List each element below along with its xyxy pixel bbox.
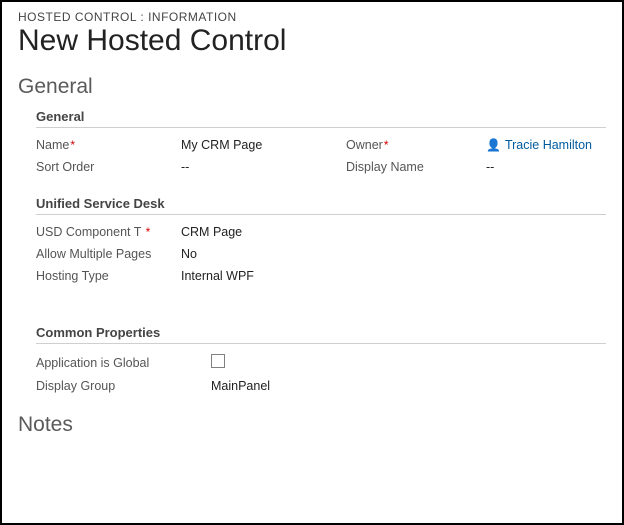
value-allow-multiple-pages[interactable]: No [181,247,346,261]
label-display-group: Display Group [36,379,211,393]
subsection-usd-head: Unified Service Desk [36,196,606,215]
value-display-name[interactable]: -- [486,160,494,174]
field-row-name: Name* My CRM Page Owner* 👤 Tracie Hamilt… [36,134,606,156]
field-row-usd-type: USD Component T * CRM Page [36,221,606,243]
checkbox-application-is-global[interactable] [211,354,225,368]
subsection-general-head: General [36,109,606,128]
required-marker: * [70,138,75,152]
label-hosting-type: Hosting Type [36,269,181,283]
field-row-app-global: Application is Global [36,350,606,375]
section-notes-title: Notes [18,413,606,437]
value-hosting-type[interactable]: Internal WPF [181,269,346,283]
label-owner: Owner* [346,138,486,152]
label-usd-component-type: USD Component T * [36,225,181,239]
label-application-is-global: Application is Global [36,356,211,370]
page-title: New Hosted Control [18,24,606,57]
required-marker: * [384,138,389,152]
hosted-control-form: HOSTED CONTROL : INFORMATION New Hosted … [0,0,624,525]
value-owner[interactable]: 👤 Tracie Hamilton [486,138,592,152]
section-general-title: General [18,75,606,99]
field-row-display-group: Display Group MainPanel [36,375,606,397]
field-row-sortorder: Sort Order -- Display Name -- [36,156,606,178]
field-row-multi-pages: Allow Multiple Pages No [36,243,606,265]
value-usd-component-type[interactable]: CRM Page [181,225,346,239]
section-general: General Name* My CRM Page Owner* 👤 Traci… [18,109,606,397]
subsection-common-head: Common Properties [36,325,606,344]
value-display-group[interactable]: MainPanel [211,379,376,393]
required-marker: * [146,225,151,239]
field-row-hosting-type: Hosting Type Internal WPF [36,265,606,287]
value-name[interactable]: My CRM Page [181,138,346,152]
label-name: Name* [36,138,181,152]
form-eyebrow: HOSTED CONTROL : INFORMATION [18,10,606,24]
user-icon: 👤 [486,138,501,152]
label-display-name: Display Name [346,160,486,174]
label-sort-order: Sort Order [36,160,181,174]
value-application-is-global[interactable] [211,354,376,371]
owner-link[interactable]: Tracie Hamilton [505,138,592,152]
label-allow-multiple-pages: Allow Multiple Pages [36,247,181,261]
value-sort-order[interactable]: -- [181,160,346,174]
